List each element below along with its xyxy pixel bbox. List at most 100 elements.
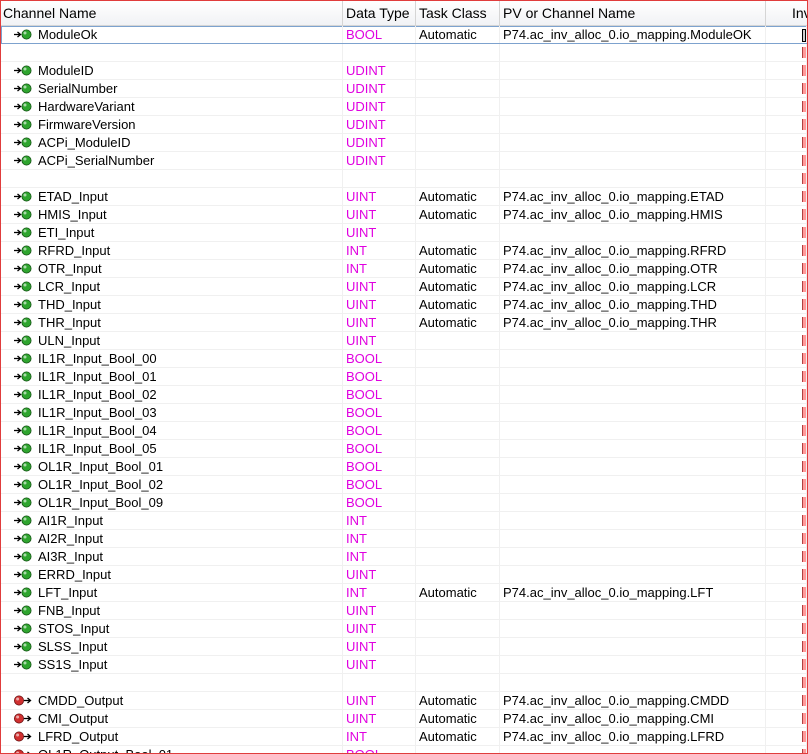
pv-name-cell[interactable] bbox=[500, 350, 766, 367]
inv-cell[interactable] bbox=[766, 224, 807, 241]
channel-name-cell[interactable]: OL1R_Input_Bool_09 bbox=[1, 494, 343, 511]
pv-name-cell[interactable] bbox=[500, 422, 766, 439]
inv-cell[interactable] bbox=[766, 710, 807, 727]
pv-name-cell[interactable] bbox=[500, 602, 766, 619]
channel-name-cell[interactable]: AI1R_Input bbox=[1, 512, 343, 529]
table-row[interactable]: ETAD_Input UINT Automatic P74.ac_inv_alloc_… bbox=[1, 188, 807, 206]
task-class-cell[interactable]: Automatic bbox=[416, 584, 500, 601]
inv-cell[interactable] bbox=[766, 746, 807, 753]
column-header-pv-name[interactable]: PV or Channel Name bbox=[500, 1, 766, 25]
channel-name-cell[interactable]: STOS_Input bbox=[1, 620, 343, 637]
data-type-cell[interactable]: INT bbox=[343, 512, 416, 529]
pv-name-cell[interactable] bbox=[500, 62, 766, 79]
task-class-cell[interactable]: Automatic bbox=[416, 314, 500, 331]
pv-name-cell[interactable] bbox=[500, 530, 766, 547]
inv-cell[interactable] bbox=[766, 476, 807, 493]
inv-cell[interactable] bbox=[766, 602, 807, 619]
table-row[interactable]: OL1R_Output_Bool_01BOOL bbox=[1, 746, 807, 753]
channel-name-cell[interactable]: ACPi_ModuleID bbox=[1, 134, 343, 151]
channel-name-cell[interactable]: HMIS_Input bbox=[1, 206, 343, 223]
inv-cell[interactable] bbox=[766, 242, 807, 259]
task-class-cell[interactable]: Automatic bbox=[416, 260, 500, 277]
data-type-cell[interactable]: BOOL bbox=[343, 368, 416, 385]
task-class-cell[interactable] bbox=[416, 134, 500, 151]
table-row[interactable]: HMIS_Input UINT Automatic P74.ac_inv_alloc_… bbox=[1, 206, 807, 224]
channel-name-cell[interactable]: HardwareVariant bbox=[1, 98, 343, 115]
inv-cell[interactable] bbox=[766, 656, 807, 673]
pv-name-cell[interactable] bbox=[500, 656, 766, 673]
data-type-cell[interactable]: INT bbox=[343, 260, 416, 277]
table-row[interactable]: SLSS_Input UINT bbox=[1, 638, 807, 656]
pv-name-cell[interactable]: P74.ac_inv_alloc_0.io_mapping.THR bbox=[500, 314, 766, 331]
channel-name-cell[interactable]: LFT_Input bbox=[1, 584, 343, 601]
inv-cell[interactable] bbox=[766, 458, 807, 475]
task-class-cell[interactable] bbox=[416, 602, 500, 619]
table-row[interactable]: AI3R_Input INT bbox=[1, 548, 807, 566]
data-type-cell[interactable]: UINT bbox=[343, 566, 416, 583]
pv-name-cell[interactable] bbox=[500, 620, 766, 637]
data-type-cell[interactable]: UINT bbox=[343, 638, 416, 655]
table-row[interactable]: HardwareVariant UDINT bbox=[1, 98, 807, 116]
task-class-cell[interactable] bbox=[416, 530, 500, 547]
pv-name-cell[interactable] bbox=[500, 152, 766, 169]
table-row[interactable]: AI2R_Input INT bbox=[1, 530, 807, 548]
inv-cell[interactable] bbox=[766, 98, 807, 115]
table-row[interactable]: ACPi_ModuleID UDINT bbox=[1, 134, 807, 152]
inv-cell[interactable] bbox=[766, 332, 807, 349]
channel-name-cell[interactable]: OL1R_Input_Bool_01 bbox=[1, 458, 343, 475]
data-type-cell[interactable]: UDINT bbox=[343, 134, 416, 151]
channel-name-cell[interactable]: RFRD_Input bbox=[1, 242, 343, 259]
data-type-cell[interactable]: UINT bbox=[343, 656, 416, 673]
channel-name-cell[interactable]: ERRD_Input bbox=[1, 566, 343, 583]
table-row[interactable]: AI1R_Input INT bbox=[1, 512, 807, 530]
inv-cell[interactable] bbox=[766, 260, 807, 277]
inv-cell[interactable] bbox=[766, 296, 807, 313]
data-type-cell[interactable]: INT bbox=[343, 728, 416, 745]
table-row[interactable]: SS1S_Input UINT bbox=[1, 656, 807, 674]
data-type-cell[interactable]: UINT bbox=[343, 224, 416, 241]
table-row[interactable]: THD_Input UINT Automatic P74.ac_inv_alloc_0… bbox=[1, 296, 807, 314]
channel-name-cell[interactable]: LFRD_Output bbox=[1, 728, 343, 745]
data-type-cell[interactable]: UINT bbox=[343, 710, 416, 727]
pv-name-cell[interactable] bbox=[500, 98, 766, 115]
pv-name-cell[interactable]: P74.ac_inv_alloc_0.io_mapping.RFRD bbox=[500, 242, 766, 259]
channel-name-cell[interactable]: SLSS_Input bbox=[1, 638, 343, 655]
data-type-cell[interactable]: BOOL bbox=[343, 494, 416, 511]
pv-name-cell[interactable]: P74.ac_inv_alloc_0.io_mapping.CMDD bbox=[500, 692, 766, 709]
pv-name-cell[interactable] bbox=[500, 332, 766, 349]
task-class-cell[interactable] bbox=[416, 476, 500, 493]
inv-cell[interactable] bbox=[766, 80, 807, 97]
channel-name-cell[interactable]: THD_Input bbox=[1, 296, 343, 313]
data-type-cell[interactable]: UDINT bbox=[343, 80, 416, 97]
table-row[interactable]: LFT_Input INT Automatic P74.ac_inv_alloc_0.… bbox=[1, 584, 807, 602]
pv-name-cell[interactable] bbox=[500, 512, 766, 529]
table-row[interactable]: ULN_Input UINT bbox=[1, 332, 807, 350]
task-class-cell[interactable] bbox=[416, 386, 500, 403]
pv-name-cell[interactable] bbox=[500, 566, 766, 583]
table-row[interactable]: IL1R_Input_Bool_02 BOOL bbox=[1, 386, 807, 404]
pv-name-cell[interactable]: P74.ac_inv_alloc_0.io_mapping.CMI bbox=[500, 710, 766, 727]
inv-cell[interactable] bbox=[766, 692, 807, 709]
channel-name-cell[interactable]: SerialNumber bbox=[1, 80, 343, 97]
pv-name-cell[interactable] bbox=[500, 638, 766, 655]
table-row[interactable]: ACPi_SerialNumber UDINT bbox=[1, 152, 807, 170]
pv-name-cell[interactable]: P74.ac_inv_alloc_0.io_mapping.LFT bbox=[500, 584, 766, 601]
table-row[interactable]: ETI_Input UINT bbox=[1, 224, 807, 242]
table-row[interactable]: ERRD_Input UINT bbox=[1, 566, 807, 584]
pv-name-cell[interactable] bbox=[500, 458, 766, 475]
task-class-cell[interactable] bbox=[416, 332, 500, 349]
channel-name-cell[interactable]: IL1R_Input_Bool_03 bbox=[1, 404, 343, 421]
data-type-cell[interactable]: UINT bbox=[343, 278, 416, 295]
inv-cell[interactable] bbox=[766, 494, 807, 511]
inv-cell[interactable] bbox=[766, 422, 807, 439]
table-row[interactable]: LCR_Input UINT Automatic P74.ac_inv_alloc_0… bbox=[1, 278, 807, 296]
task-class-cell[interactable] bbox=[416, 404, 500, 421]
inv-cell[interactable] bbox=[766, 530, 807, 547]
table-row[interactable]: STOS_Input UINT bbox=[1, 620, 807, 638]
pv-name-cell[interactable] bbox=[500, 548, 766, 565]
channel-name-cell[interactable]: IL1R_Input_Bool_02 bbox=[1, 386, 343, 403]
channel-name-cell[interactable]: ModuleOk bbox=[1, 26, 343, 43]
task-class-cell[interactable]: Automatic bbox=[416, 728, 500, 745]
data-type-cell[interactable]: UINT bbox=[343, 332, 416, 349]
inv-cell[interactable] bbox=[766, 566, 807, 583]
